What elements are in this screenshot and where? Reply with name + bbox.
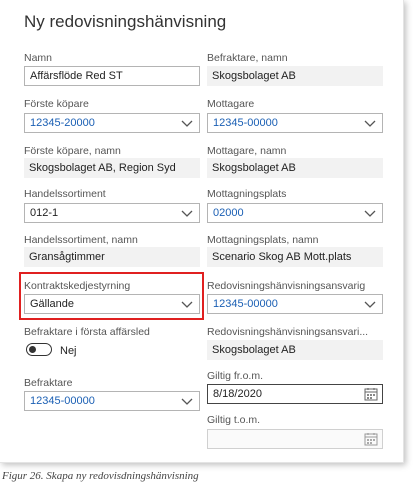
giltig-tom-label: Giltig t.o.m. bbox=[207, 414, 261, 426]
redovisningsansvarig-select[interactable]: 12345-00000 bbox=[207, 294, 383, 314]
chevron-down-icon[interactable] bbox=[179, 296, 195, 312]
redovisningsansvarig-value[interactable]: 12345-00000 bbox=[213, 298, 278, 310]
mottagningsplats-label: Mottagningsplats bbox=[207, 188, 287, 200]
handelssortiment-namn-value: Gransågtimmer bbox=[24, 247, 200, 267]
figure-caption: Figur 26. Skapa ny redovisdningshänvisni… bbox=[2, 470, 199, 482]
befraktare-namn-label: Befraktare, namn bbox=[207, 52, 288, 64]
forste-kopare-label: Förste köpare bbox=[24, 98, 89, 110]
befraktare-forsta-value: Nej bbox=[60, 345, 77, 357]
forste-kopare-value[interactable]: 12345-20000 bbox=[30, 117, 95, 129]
befraktare-label: Befraktare bbox=[24, 377, 73, 389]
mottagningsplats-namn-label: Mottagningsplats, namn bbox=[207, 234, 319, 246]
giltig-from-value[interactable]: 8/18/2020 bbox=[213, 388, 262, 400]
handelssortiment-namn-label: Handelssortiment, namn bbox=[24, 234, 138, 246]
mottagare-namn-value: Skogsbolaget AB bbox=[207, 158, 383, 178]
forste-kopare-select[interactable]: 12345-20000 bbox=[24, 113, 200, 133]
chevron-down-icon[interactable] bbox=[179, 393, 195, 409]
forste-kopare-namn-value: Skogsbolaget AB, Region Syd bbox=[24, 158, 200, 178]
namn-label: Namn bbox=[24, 52, 53, 64]
chevron-down-icon[interactable] bbox=[362, 115, 378, 131]
form-panel: Ny redovisningshänvisning Namn Affärsflö… bbox=[0, 0, 404, 463]
giltig-from-field[interactable]: 8/18/2020 bbox=[207, 384, 383, 404]
handelssortiment-value[interactable]: 012-1 bbox=[30, 207, 58, 219]
page-title: Ny redovisningshänvisning bbox=[24, 12, 227, 31]
handelssortiment-select[interactable]: 012-1 bbox=[24, 203, 200, 223]
befraktare-namn-value: Skogsbolaget AB bbox=[207, 66, 383, 86]
mottagare-value[interactable]: 12345-00000 bbox=[213, 117, 278, 129]
chevron-down-icon[interactable] bbox=[362, 205, 378, 221]
mottagare-select[interactable]: 12345-00000 bbox=[207, 113, 383, 133]
calendar-icon[interactable] bbox=[364, 432, 378, 446]
redovisningsansvarig-namn-label: Redovisningshänvisningsansvari... bbox=[207, 326, 369, 338]
giltig-tom-field[interactable] bbox=[207, 429, 383, 449]
handelssortiment-label: Handelssortiment bbox=[24, 188, 106, 200]
chevron-down-icon[interactable] bbox=[179, 115, 195, 131]
kontraktskedjestyrning-value[interactable]: Gällande bbox=[30, 298, 74, 310]
befraktare-forsta-toggle[interactable] bbox=[26, 343, 52, 356]
calendar-icon[interactable] bbox=[364, 387, 378, 401]
mottagningsplats-select[interactable]: 02000 bbox=[207, 203, 383, 223]
redovisningsansvarig-label: Redovisningshänvisningsansvarig bbox=[207, 280, 366, 292]
mottagare-label: Mottagare bbox=[207, 98, 255, 110]
chevron-down-icon[interactable] bbox=[362, 296, 378, 312]
befraktare-value[interactable]: 12345-00000 bbox=[30, 395, 95, 407]
mottagningsplats-namn-value: Scenario Skog AB Mott.plats bbox=[207, 247, 383, 267]
namn-field[interactable]: Affärsflöde Red ST bbox=[24, 66, 200, 86]
mottagare-namn-label: Mottagare, namn bbox=[207, 145, 287, 157]
toggle-knob bbox=[29, 345, 36, 353]
kontraktskedjestyrning-label: Kontraktskedjestyrning bbox=[24, 280, 131, 292]
mottagningsplats-value[interactable]: 02000 bbox=[213, 207, 244, 219]
kontraktskedjestyrning-select[interactable]: Gällande bbox=[24, 294, 200, 314]
chevron-down-icon[interactable] bbox=[179, 205, 195, 221]
giltig-from-label: Giltig fr.o.m. bbox=[207, 370, 264, 382]
forste-kopare-namn-label: Förste köpare, namn bbox=[24, 145, 121, 157]
befraktare-forsta-label: Befraktare i första affärsled bbox=[24, 326, 150, 338]
redovisningsansvarig-namn-value: Skogsbolaget AB bbox=[207, 340, 383, 360]
befraktare-select[interactable]: 12345-00000 bbox=[24, 391, 200, 411]
